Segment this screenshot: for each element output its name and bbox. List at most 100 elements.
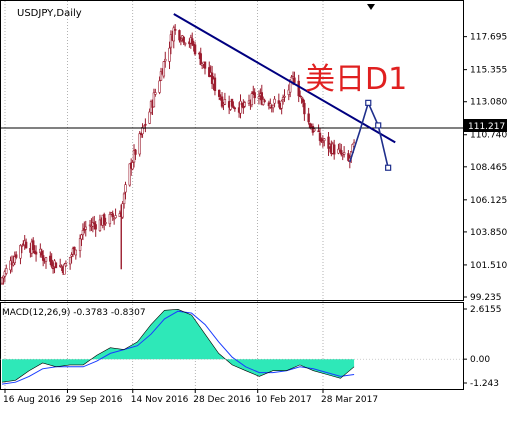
price-panel-frame xyxy=(0,0,464,301)
candle-body xyxy=(131,162,134,170)
date-tick-label: 28 Mar 2017 xyxy=(321,395,378,405)
price-tick-label: 115.355 xyxy=(470,66,507,76)
candle-body xyxy=(323,138,326,141)
candle-body xyxy=(122,193,126,205)
candle-body xyxy=(124,184,127,193)
candle-body xyxy=(68,256,72,265)
candle-body xyxy=(232,105,235,109)
price-tick-label: 106.125 xyxy=(470,196,507,206)
price-tick-label: 110.740 xyxy=(470,131,507,141)
date-axis: 16 Aug 2016 29 Sep 2016 14 Nov 2016 28 Dec … xyxy=(3,389,378,405)
candle-body xyxy=(44,257,48,262)
candle-body xyxy=(80,234,83,240)
overlay-label: 美日D1 xyxy=(305,62,407,97)
date-tick-label: 14 Nov 2016 xyxy=(131,395,189,405)
price-axis: 117.695 115.355 113.080 110.740 108.465 106.1… xyxy=(463,33,507,303)
candle-body xyxy=(223,99,227,105)
candle-body xyxy=(183,42,187,45)
candle-body xyxy=(24,241,28,249)
candle-body xyxy=(20,245,24,247)
candle-body xyxy=(191,38,194,45)
candle-body xyxy=(104,222,107,224)
candle-body xyxy=(277,100,281,104)
candle-body xyxy=(40,250,43,256)
candle-body xyxy=(50,259,53,267)
candle-body xyxy=(253,92,256,99)
date-tick-label: 28 Dec 2016 xyxy=(193,395,251,405)
candle-body xyxy=(148,111,151,124)
candle-body xyxy=(154,92,157,95)
candle-body xyxy=(114,215,117,219)
candle-body xyxy=(34,251,38,255)
date-tick-label: 29 Sep 2016 xyxy=(65,395,122,405)
candle-body xyxy=(158,80,161,93)
macd-tick-label: 0.00 xyxy=(470,355,490,365)
candle-body xyxy=(179,40,183,42)
candle-body xyxy=(281,97,285,100)
candle-body xyxy=(5,268,8,274)
candle-body xyxy=(218,89,221,97)
candle-body xyxy=(78,238,82,251)
candle-body xyxy=(332,144,336,155)
candle-body xyxy=(342,152,346,155)
candle-body xyxy=(93,222,96,225)
candle-body xyxy=(203,61,207,69)
candle-body xyxy=(74,249,78,256)
candle-body xyxy=(162,61,166,77)
candle-body xyxy=(297,80,300,97)
candle-body xyxy=(321,141,325,143)
chart-container: USDJPY,Daily MACD(12,26,9) -0.3783 -0.83… xyxy=(0,0,507,417)
candle-body xyxy=(178,30,181,41)
candle-body xyxy=(112,217,116,220)
macd-label: MACD(12,26,9) -0.3783 -0.8307 xyxy=(2,308,146,318)
price-tick-label: 108.465 xyxy=(470,163,507,173)
candle-body xyxy=(32,240,35,251)
candle-body xyxy=(250,93,254,106)
projection-point xyxy=(385,164,392,171)
candle-body xyxy=(134,149,137,155)
candle-body xyxy=(283,95,286,98)
candle-body xyxy=(108,214,112,225)
candle-body xyxy=(121,203,124,218)
candle-body xyxy=(338,148,342,151)
candle-body xyxy=(173,29,177,31)
candle-body xyxy=(14,254,18,258)
candle-body xyxy=(152,92,156,108)
candle-body xyxy=(313,128,316,132)
price-tick-label: 103.850 xyxy=(470,228,507,238)
chart-svg: USDJPY,Daily MACD(12,26,9) -0.3783 -0.83… xyxy=(0,0,507,405)
candle-body xyxy=(301,98,305,103)
candle-body xyxy=(300,96,303,99)
price-tick-label: 99.235 xyxy=(470,293,502,303)
projection-point xyxy=(365,99,372,106)
candle-body xyxy=(320,138,323,142)
candle-body xyxy=(51,267,55,270)
candle-body xyxy=(243,102,246,107)
candle-body xyxy=(144,123,147,126)
candle-body xyxy=(182,36,185,43)
candle-body xyxy=(81,230,85,236)
current-price-tag-text: 111.217 xyxy=(468,122,505,132)
macd-axis: 2.6155 0.00 -1.243 xyxy=(463,305,502,389)
candle-body xyxy=(12,262,15,266)
candle-body xyxy=(54,262,58,269)
candle-body xyxy=(307,113,310,123)
date-tick-label: 16 Aug 2016 xyxy=(3,395,61,405)
candle-body xyxy=(293,77,296,83)
candle-body xyxy=(168,47,171,62)
price-tick-label: 113.080 xyxy=(470,98,507,108)
candle-body xyxy=(280,100,283,109)
price-tick-label: 101.510 xyxy=(470,261,507,271)
price-tick-label: 117.695 xyxy=(470,33,507,43)
candle-body xyxy=(271,104,275,109)
candle-body xyxy=(213,77,217,92)
date-tick-label: 10 Feb 2017 xyxy=(256,395,312,405)
candle-body xyxy=(70,254,73,257)
candle-body xyxy=(84,226,87,230)
candle-body xyxy=(111,213,114,218)
candle-body xyxy=(138,133,141,155)
projection-point xyxy=(375,122,382,129)
candle-body xyxy=(308,123,312,128)
candle-body xyxy=(230,98,234,107)
candle-body xyxy=(298,95,302,97)
